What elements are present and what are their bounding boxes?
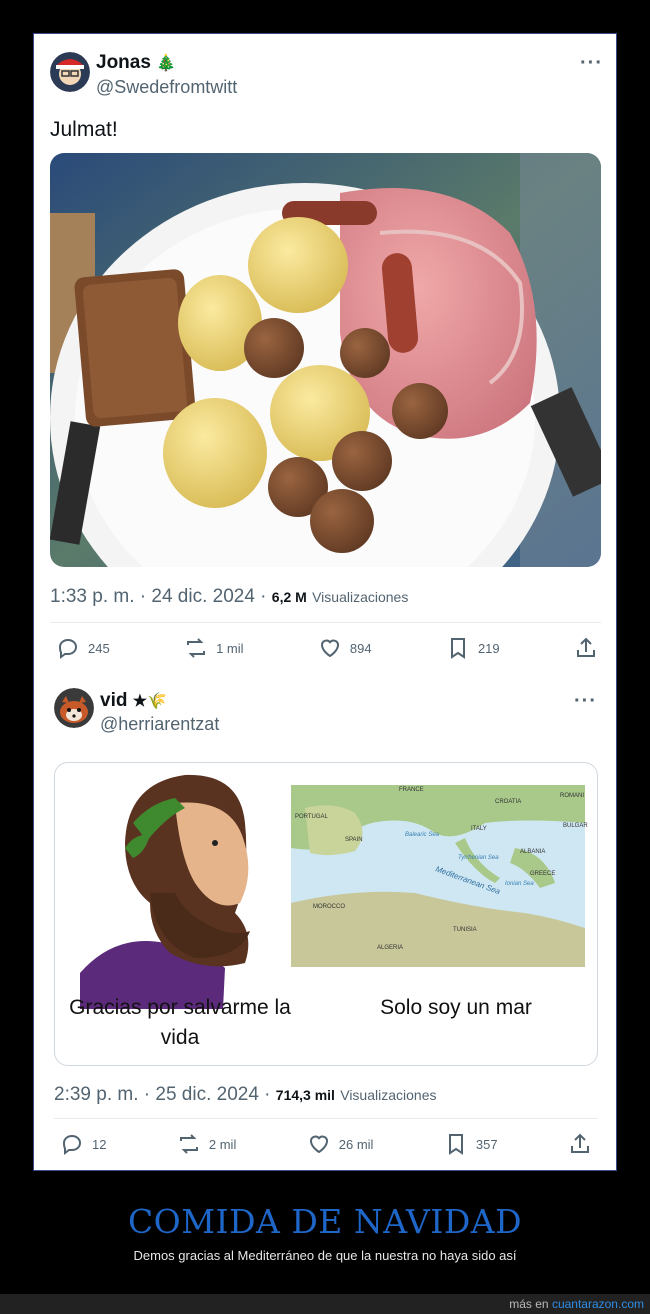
- divider: [50, 622, 601, 623]
- source-prefix: más en: [509, 1297, 552, 1311]
- meme-right-caption: Solo soy un mar: [380, 996, 532, 1019]
- repost-count: 1 mil: [216, 640, 244, 656]
- avatar[interactable]: [54, 688, 94, 728]
- view-count: 6,2 M: [271, 589, 307, 605]
- share-icon: [571, 1133, 589, 1153]
- share-icon: [577, 637, 595, 657]
- tweet-text: Julmat!: [50, 118, 118, 141]
- like-count: 26 mil: [338, 1136, 374, 1152]
- author-name-text: Jonas: [96, 52, 151, 73]
- map-label-greece: GREECE: [530, 871, 555, 877]
- like-count: 894: [349, 640, 372, 656]
- divider: [54, 1118, 598, 1119]
- author-name-text: vid: [100, 690, 128, 711]
- tweet-timestamp[interactable]: 2:39 p. m. · 25 dic. 2024 · 714,3 mil Vi…: [54, 1084, 436, 1106]
- tweet-timestamp[interactable]: 1:33 p. m. · 24 dic. 2024 · 6,2 M Visual…: [50, 586, 408, 608]
- heart-icon: [309, 1135, 328, 1154]
- bookmark-icon: [450, 638, 465, 659]
- map-label-portugal: PORTUGAL: [295, 814, 329, 820]
- map-label-france: FRANCE: [399, 787, 424, 793]
- christmas-tree-icon: 🎄: [156, 55, 177, 72]
- meme-card[interactable]: FRANCE PORTUGAL SPAIN ITALY Balearic Sea…: [54, 762, 598, 1066]
- reply-icon: [58, 638, 78, 659]
- post-title: COMIDA DE NAVIDAD: [127, 1202, 523, 1241]
- reply-button[interactable]: 245: [56, 636, 110, 660]
- star-wheat-icon: ★🌾: [132, 693, 167, 710]
- bookmark-button[interactable]: 357: [444, 1132, 498, 1156]
- reply-count: 245: [88, 640, 110, 656]
- author-handle[interactable]: @herriarentzat: [100, 714, 219, 735]
- more-options-icon[interactable]: ···: [580, 52, 603, 75]
- tweet-vid: vid ★🌾 @herriarentzat ··· FRANCE PORTUGA…: [34, 670, 616, 1170]
- repost-icon: [187, 638, 206, 658]
- map-label-algeria: ALGERIA: [377, 945, 403, 951]
- avatar-red-panda-icon: [54, 688, 94, 728]
- map-label-ionian: Ionian Sea: [505, 881, 534, 887]
- source-link[interactable]: cuantarazon.com: [552, 1297, 644, 1311]
- timestamp-text: 2:39 p. m. · 25 dic. 2024 ·: [54, 1084, 276, 1105]
- like-button[interactable]: 26 mil: [307, 1132, 374, 1156]
- map-label-morocco: MOROCCO: [313, 904, 345, 910]
- tweet-photo[interactable]: [50, 153, 601, 567]
- bookmark-icon: [448, 1134, 463, 1155]
- share-button[interactable]: [574, 636, 598, 660]
- map-label-croatia: CROATIA: [495, 799, 521, 805]
- map-label-romania: ROMANI: [560, 793, 584, 799]
- repost-button[interactable]: 2 mil: [177, 1132, 236, 1156]
- repost-count: 2 mil: [208, 1136, 237, 1152]
- repost-icon: [179, 1134, 198, 1154]
- author-handle[interactable]: @Swedefromtwitt: [96, 77, 237, 98]
- map-label-tunisia: TUNISIA: [453, 927, 477, 933]
- action-bar: 12 2 mil 26 mil 357: [60, 1130, 592, 1158]
- post-subtitle: Demos gracias al Mediterráneo de que la …: [133, 1248, 517, 1263]
- map-label-spain: SPAIN: [345, 837, 363, 843]
- repost-button[interactable]: 1 mil: [184, 636, 244, 660]
- more-options-icon[interactable]: ···: [574, 690, 597, 713]
- like-button[interactable]: 894: [318, 636, 372, 660]
- bookmark-button[interactable]: 219: [446, 636, 500, 660]
- bookmark-count: 357: [475, 1136, 498, 1152]
- food-plate-image: [50, 153, 601, 567]
- action-bar: 245 1 mil 894 219: [56, 634, 598, 662]
- reply-count: 12: [92, 1136, 107, 1152]
- view-count: 714,3 mil: [275, 1087, 335, 1103]
- bookmark-count: 219: [477, 640, 500, 656]
- map-label-bulgaria: BULGAR: [563, 823, 588, 829]
- avatar-santa-icon: [50, 52, 90, 92]
- reply-icon: [62, 1134, 82, 1155]
- reply-button[interactable]: 12: [60, 1132, 106, 1156]
- heart-icon: [320, 639, 339, 658]
- map-label-balearic: Balearic Sea: [405, 832, 440, 838]
- source-footer: más en cuantarazon.com: [0, 1294, 650, 1314]
- map-label-tyrrhenian: Tyrrhenian Sea: [458, 855, 499, 861]
- author-name[interactable]: vid ★🌾: [100, 690, 167, 712]
- map-label-albania: ALBANIA: [520, 849, 545, 855]
- map-label-italy: ITALY: [471, 826, 487, 832]
- views-label: Visualizaciones: [312, 589, 409, 605]
- timestamp-text: 1:33 p. m. · 24 dic. 2024 ·: [50, 586, 272, 607]
- share-button[interactable]: [568, 1132, 592, 1156]
- meme-left-caption: Gracias por salvarme la vida: [69, 996, 291, 1049]
- tweet-screenshot-frame: Jonas 🎄 @Swedefromtwitt ··· Julmat! 1:33…: [33, 33, 617, 1171]
- author-name[interactable]: Jonas 🎄: [96, 52, 176, 74]
- avatar[interactable]: [50, 52, 90, 92]
- views-label: Visualizaciones: [340, 1087, 437, 1103]
- tweet-jonas: Jonas 🎄 @Swedefromtwitt ··· Julmat! 1:33…: [34, 34, 616, 670]
- bearded-man-drawing: [80, 774, 250, 1009]
